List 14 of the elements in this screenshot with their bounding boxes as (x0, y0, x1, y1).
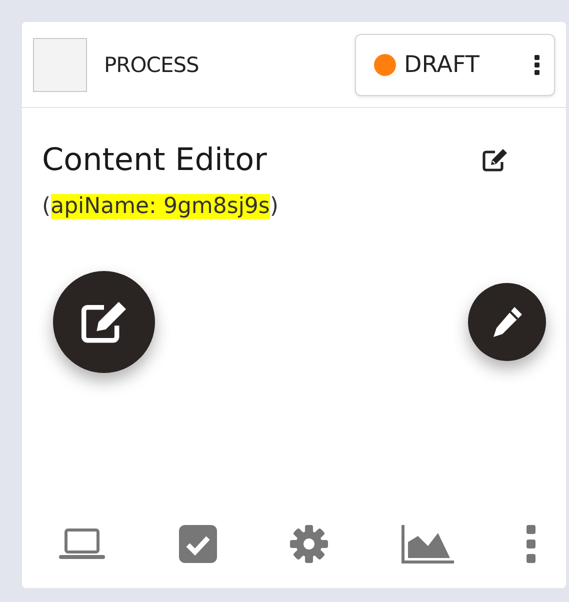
pencil-fab-button[interactable] (468, 283, 546, 361)
laptop-icon[interactable] (58, 527, 106, 561)
process-label: PROCESS (104, 52, 199, 76)
api-name-text: (apiName: 9gm8sj9s) (42, 194, 278, 219)
status-button[interactable]: DRAFT (355, 34, 555, 96)
checkbox-icon[interactable] (178, 524, 218, 564)
card-title: Content Editor (42, 142, 267, 178)
kebab-menu-icon[interactable] (526, 524, 536, 564)
select-checkbox[interactable] (33, 38, 87, 92)
kebab-menu-icon (534, 54, 540, 74)
gear-icon[interactable] (289, 524, 329, 564)
edit-icon[interactable] (482, 148, 508, 172)
area-chart-icon[interactable] (400, 524, 454, 564)
edit-icon (80, 300, 128, 344)
